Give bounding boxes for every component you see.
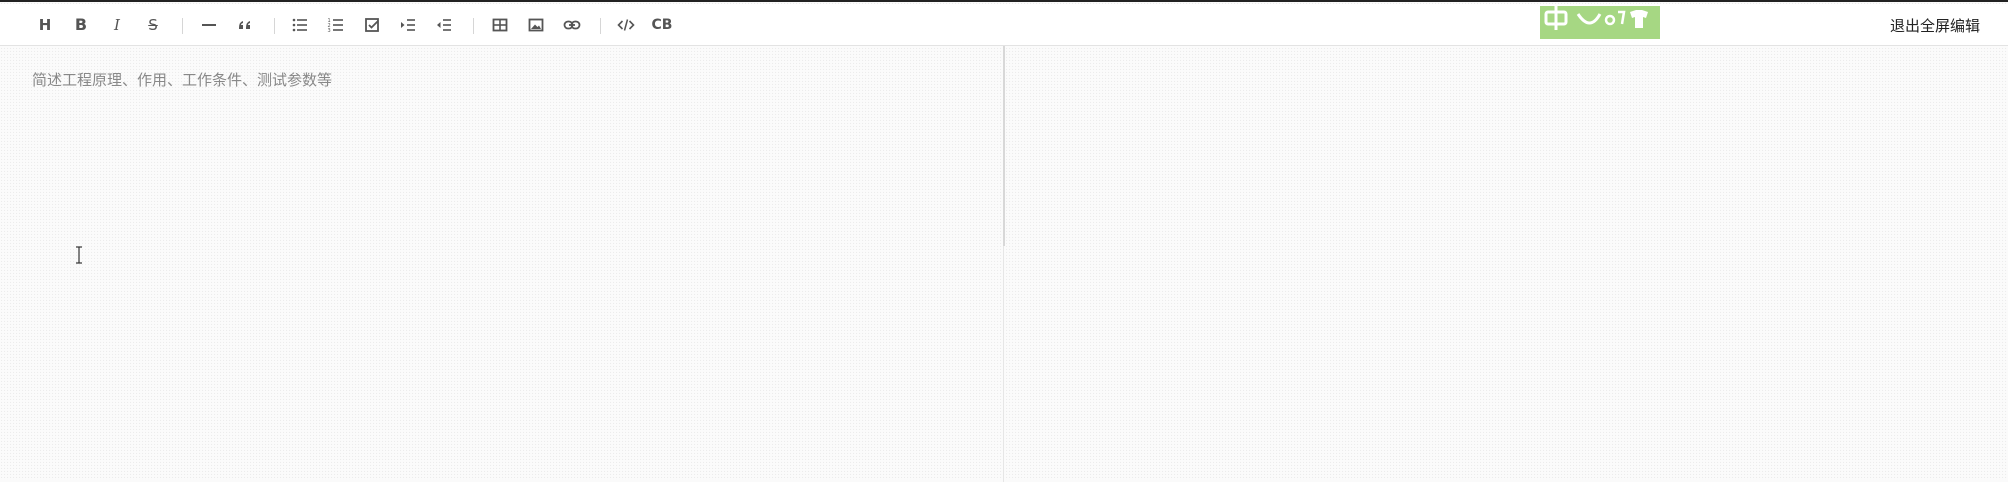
toolbar-separator bbox=[274, 18, 275, 34]
table-button[interactable] bbox=[485, 10, 515, 40]
task-list-button[interactable] bbox=[357, 10, 387, 40]
text-cursor-icon bbox=[74, 246, 84, 264]
indent-button[interactable] bbox=[393, 10, 423, 40]
logo bbox=[1540, 6, 1660, 39]
editor-window: H B I S 1 2 3 CB 退出全屏编辑 简述工程原理、作用、工作条件、测… bbox=[0, 0, 2008, 482]
strikethrough-button[interactable]: S bbox=[138, 10, 168, 40]
bold-icon: B bbox=[74, 15, 88, 34]
quote-icon bbox=[239, 21, 250, 29]
toolbar-separator bbox=[473, 18, 474, 34]
markdown-preview-pane bbox=[1004, 47, 2008, 482]
image-icon bbox=[528, 18, 544, 32]
bold-button[interactable]: B bbox=[66, 10, 96, 40]
indent-icon bbox=[401, 19, 415, 31]
link-button[interactable] bbox=[557, 10, 587, 40]
code-button[interactable] bbox=[611, 10, 641, 40]
toolbar: H B I S 1 2 3 CB 退出全屏编辑 bbox=[0, 4, 2008, 46]
markdown-input[interactable] bbox=[32, 69, 972, 449]
ordered-list-button[interactable]: 1 2 3 bbox=[321, 10, 351, 40]
heading-button[interactable]: H bbox=[30, 10, 60, 40]
bullet-list-icon bbox=[292, 18, 307, 32]
exit-fullscreen-button[interactable]: 退出全屏编辑 bbox=[1890, 15, 1980, 36]
horizontal-rule-button[interactable] bbox=[194, 10, 224, 40]
markdown-editor-pane bbox=[0, 47, 1003, 482]
toolbar-separator bbox=[182, 18, 183, 34]
outdent-icon bbox=[437, 19, 451, 31]
logo-icon bbox=[1540, 6, 1660, 39]
ordered-list-icon: 1 2 3 bbox=[328, 18, 343, 34]
toolbar-separator bbox=[600, 18, 601, 34]
svg-text:3: 3 bbox=[328, 28, 331, 34]
quote-button[interactable] bbox=[230, 10, 260, 40]
heading-icon: H bbox=[38, 15, 52, 34]
checkbox-icon bbox=[365, 18, 379, 32]
code-block-icon: CB bbox=[651, 17, 673, 33]
strikethrough-icon: S bbox=[148, 15, 158, 34]
horizontal-rule-icon bbox=[202, 24, 216, 26]
code-block-button[interactable]: CB bbox=[647, 10, 677, 40]
image-button[interactable] bbox=[521, 10, 551, 40]
table-icon bbox=[492, 18, 508, 32]
italic-button[interactable]: I bbox=[102, 10, 132, 40]
outdent-button[interactable] bbox=[429, 10, 459, 40]
bullet-list-button[interactable] bbox=[285, 10, 315, 40]
link-icon bbox=[563, 20, 581, 30]
code-icon bbox=[617, 19, 635, 31]
italic-icon: I bbox=[114, 15, 120, 34]
